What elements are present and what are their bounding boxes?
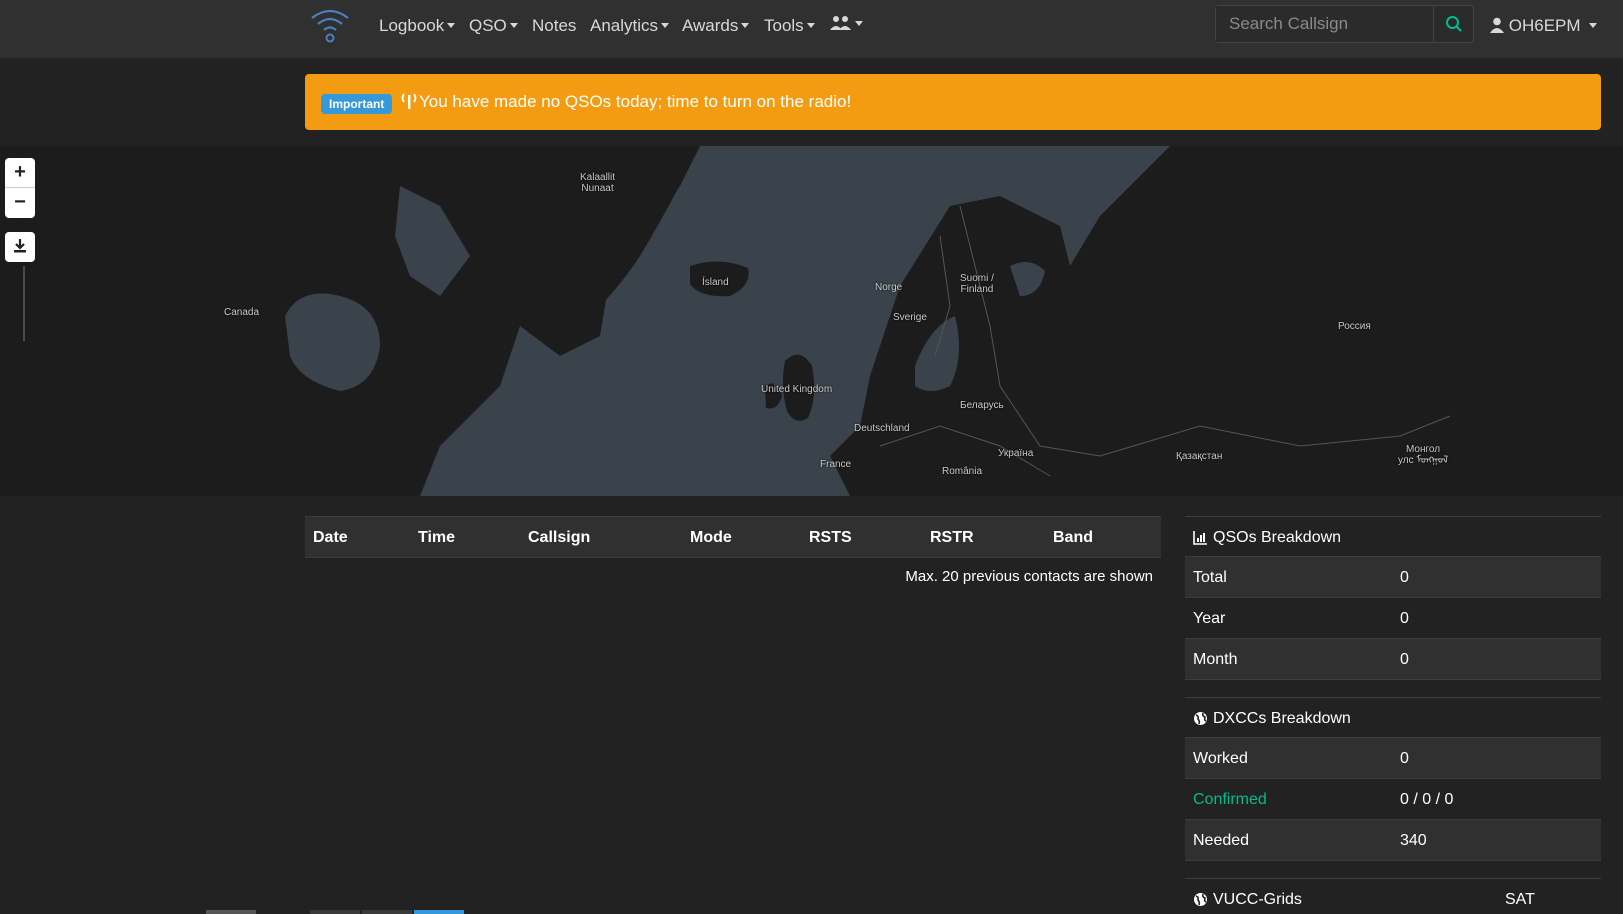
zoom-in-button[interactable]: + (5, 158, 35, 188)
qsos-month-value: 0 (1400, 651, 1409, 668)
qsos-breakdown-title: QSOs Breakdown (1213, 529, 1342, 546)
map-label-canada: Canada (224, 307, 260, 318)
important-badge: Important (321, 94, 393, 114)
search-callsign-input[interactable] (1216, 6, 1434, 42)
wifi-logo-icon[interactable] (308, 6, 352, 44)
map-label-belarus: Беларусь (960, 400, 1004, 411)
globe-icon (1194, 893, 1207, 906)
qsos-total-label: Total (1193, 569, 1227, 586)
caret-down-icon (806, 23, 815, 28)
dxcc-needed-label: Needed (1193, 832, 1250, 849)
caret-down-icon (741, 23, 750, 28)
qsos-year-value: 0 (1400, 610, 1409, 627)
map-label-greenland: Kalaallit Nunaat (580, 172, 616, 194)
zoom-out-button[interactable]: − (5, 188, 35, 218)
dxcc-row-needed: Needed 340 (1185, 820, 1601, 861)
chart-icon (1193, 531, 1207, 545)
vucc-col-sat: SAT (1505, 891, 1535, 908)
user-callsign: OH6EPM (1508, 16, 1581, 35)
nav-analytics-label: Analytics (590, 16, 659, 35)
qsos-total-value: 0 (1400, 569, 1409, 586)
map-label-ukraine: Україна (998, 448, 1034, 459)
dxcc-breakdown-title: DXCCs Breakdown (1213, 710, 1351, 727)
user-icon (1490, 17, 1504, 33)
nav-tools[interactable]: Tools (764, 16, 815, 36)
vucc-grids-title: VUCC-Grids (1213, 891, 1302, 908)
col-date[interactable]: Date (313, 529, 348, 547)
map-label-uk: United Kingdom (761, 384, 833, 395)
radio-tower-icon (401, 93, 417, 109)
qso-table-header: Date Time Callsign Mode RSTS RSTR Band (305, 516, 1161, 558)
globe-icon (1194, 712, 1207, 725)
callsign-search (1215, 5, 1474, 43)
map-label-france: France (820, 459, 852, 470)
bottom-tab-4[interactable] (414, 910, 464, 914)
qsos-year-label: Year (1193, 610, 1226, 627)
qsos-month-label: Month (1193, 651, 1238, 668)
qsos-breakdown-header: QSOs Breakdown (1185, 516, 1601, 557)
vucc-grids-header: VUCC-Grids SAT (1185, 878, 1601, 914)
dxcc-breakdown-header: DXCCs Breakdown (1185, 697, 1601, 738)
qsos-row-month: Month 0 (1185, 639, 1601, 680)
map-label-germany: Deutschland (854, 423, 910, 434)
col-band[interactable]: Band (1053, 529, 1093, 547)
download-map-button[interactable] (5, 232, 35, 262)
col-time[interactable]: Time (418, 529, 455, 547)
qsos-row-total: Total 0 (1185, 557, 1601, 598)
map-label-russia: Россия (1338, 321, 1371, 332)
map-label-sweden: Sverige (893, 312, 927, 323)
nav-qso-label: QSO (469, 16, 507, 35)
user-menu[interactable]: OH6EPM (1490, 16, 1597, 36)
col-rstr[interactable]: RSTR (930, 529, 974, 547)
map-label-kazakhstan: Қазақстан (1176, 451, 1223, 462)
search-icon (1445, 16, 1462, 32)
col-mode[interactable]: Mode (690, 529, 732, 547)
users-icon (830, 16, 851, 30)
map-label-norway: Norge (875, 282, 903, 293)
dxcc-worked-value: 0 (1400, 750, 1409, 767)
dxcc-row-worked: Worked 0 (1185, 738, 1601, 779)
nav-logbook[interactable]: Logbook (379, 16, 456, 36)
map-label-mongolia: Монгол улс ᠮᠣᠩᠭᠣᠯ (1398, 444, 1449, 466)
bottom-tab-2[interactable] (310, 910, 360, 914)
dxcc-row-confirmed: Confirmed 0 / 0 / 0 (1185, 779, 1601, 820)
dxcc-confirmed-value: 0 / 0 / 0 (1400, 791, 1454, 808)
dxcc-worked-label: Worked (1193, 750, 1248, 767)
important-alert: Important You have made no QSOs today; t… (305, 74, 1601, 130)
nav-notes[interactable]: Notes (532, 16, 576, 36)
map-label-romania: România (942, 466, 983, 477)
table-footnote: Max. 20 previous contacts are shown (905, 568, 1153, 585)
caret-down-icon (661, 23, 670, 28)
qsos-row-year: Year 0 (1185, 598, 1601, 639)
caret-down-icon (509, 23, 518, 28)
download-icon (14, 239, 26, 253)
nav-logbook-label: Logbook (379, 16, 445, 35)
top-navbar: Logbook QSO Notes Analytics Awards Tools… (0, 0, 1623, 58)
col-rsts[interactable]: RSTS (809, 529, 852, 547)
bottom-tab-1[interactable] (206, 910, 256, 914)
nav-analytics[interactable]: Analytics (590, 16, 670, 36)
bottom-tab-3[interactable] (362, 910, 412, 914)
qso-map[interactable]: + − Kalaallit Nunaat Ísland Canada Norge… (0, 146, 1623, 496)
dxcc-needed-value: 340 (1400, 832, 1427, 849)
map-tiles (0, 146, 1623, 496)
nav-community[interactable] (830, 14, 863, 34)
col-callsign[interactable]: Callsign (528, 529, 590, 547)
search-button[interactable] (1434, 6, 1473, 42)
map-label-iceland: Ísland (702, 277, 729, 288)
alert-message: You have made no QSOs today; time to tur… (419, 92, 852, 111)
nav-awards[interactable]: Awards (682, 16, 750, 36)
map-label-finland: Suomi / Finland (960, 273, 994, 295)
dxcc-confirmed-link[interactable]: Confirmed (1193, 791, 1267, 809)
nav-awards-label: Awards (682, 16, 739, 35)
caret-down-icon (855, 21, 863, 26)
caret-down-icon (447, 23, 456, 28)
nav-notes-label: Notes (532, 16, 577, 35)
nav-tools-label: Tools (764, 16, 804, 35)
caret-down-icon (1588, 23, 1597, 28)
nav-qso[interactable]: QSO (469, 16, 518, 36)
